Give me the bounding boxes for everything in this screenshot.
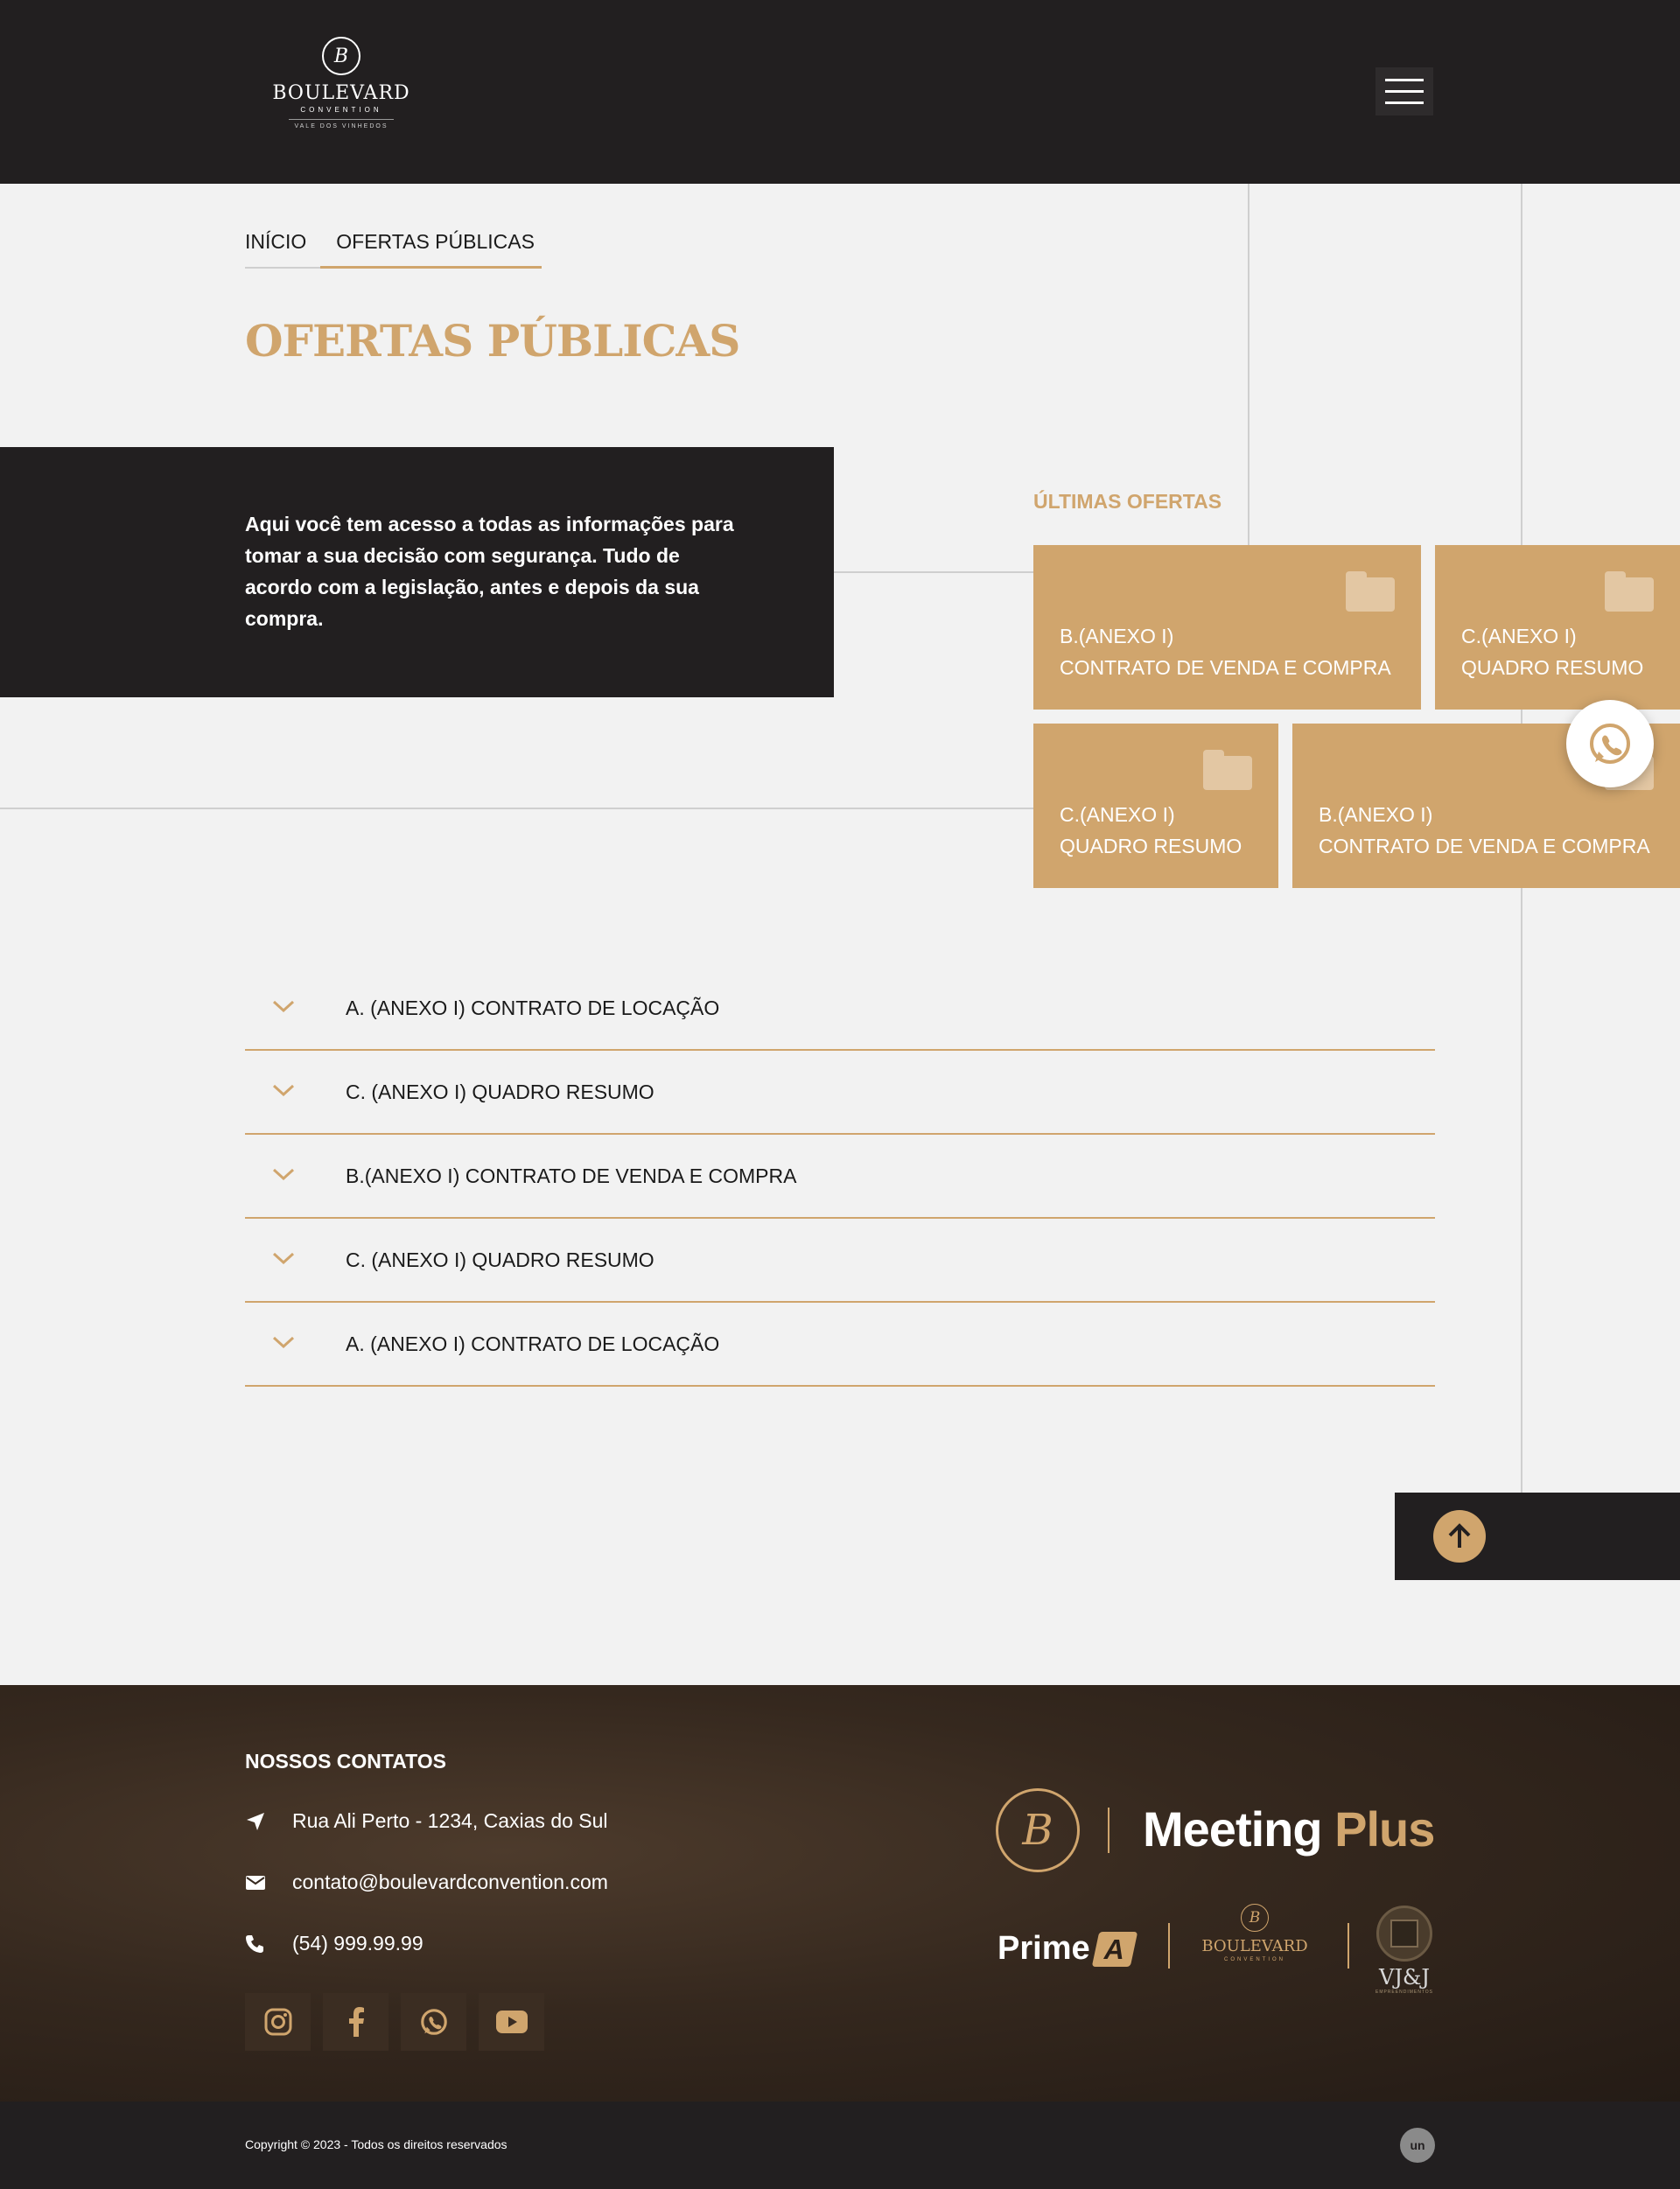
logo-divider bbox=[289, 119, 394, 120]
logo-tagline: VALE DOS VINHEDOS bbox=[294, 123, 388, 129]
contact-address: Rua Ali Perto - 1234, Caxias do Sul bbox=[245, 1809, 608, 1833]
contact-email[interactable]: contato@boulevardconvention.com bbox=[245, 1871, 608, 1894]
logo-badge: B bbox=[322, 37, 360, 75]
offer-card-code: C.(ANEXO I) bbox=[1461, 625, 1577, 647]
phone-icon bbox=[246, 1934, 263, 1953]
accordion-label: B.(ANEXO I) CONTRATO DE VENDA E COMPRA bbox=[346, 1164, 797, 1187]
brand-divider bbox=[1168, 1923, 1170, 1969]
chevron-down-icon bbox=[272, 1252, 295, 1264]
instagram-icon bbox=[264, 2008, 291, 2036]
vjj-word: VJ&J bbox=[1379, 1965, 1430, 1990]
site-header: B BOULEVARD CONVENTION VALE DOS VINHEDOS bbox=[0, 0, 1680, 184]
prime-logo: Prime A bbox=[998, 1930, 1138, 1968]
folder-icon bbox=[1203, 750, 1252, 790]
contact-address-text: Rua Ali Perto - 1234, Caxias do Sul bbox=[292, 1809, 608, 1832]
partner-brands: B Meeting Plus Prime A B BOULEVARD CONVE… bbox=[996, 1788, 1435, 1998]
envelope-icon bbox=[246, 1875, 265, 1890]
vjj-seal-icon bbox=[1376, 1906, 1432, 1962]
breadcrumb-current: OFERTAS PÚBLICAS bbox=[320, 230, 542, 269]
folder-icon bbox=[1346, 571, 1395, 612]
youtube-link[interactable] bbox=[479, 1993, 544, 2051]
accordion-item[interactable]: A. (ANEXO I) CONTRATO DE LOCAÇÃO bbox=[245, 967, 1435, 1051]
chevron-down-icon bbox=[272, 1084, 295, 1096]
vjj-sub: EMPREENDIMENTOS bbox=[1375, 1990, 1434, 1995]
developer-logo-icon[interactable]: un bbox=[1400, 2128, 1435, 2163]
whatsapp-icon bbox=[1590, 724, 1630, 764]
meeting-word: Meeting bbox=[1143, 1801, 1323, 1857]
logo-subtitle: CONVENTION bbox=[300, 106, 382, 114]
accordion-label: A. (ANEXO I) CONTRATO DE LOCAÇÃO bbox=[346, 996, 720, 1019]
contact-phone-text: (54) 999.99.99 bbox=[292, 1932, 424, 1955]
brand-divider bbox=[1108, 1808, 1110, 1853]
intro-box: Aqui você tem acesso a todas as informaç… bbox=[0, 447, 834, 697]
prime-mark: A bbox=[1091, 1931, 1138, 1967]
decor-horizontal-line bbox=[0, 808, 1033, 809]
offer-card-code: B.(ANEXO I) bbox=[1060, 625, 1174, 647]
latest-offers-title: ÚLTIMAS OFERTAS bbox=[1033, 490, 1222, 513]
meeting-plus-logo: Meeting Plus bbox=[1143, 1801, 1435, 1857]
prime-word: Prime bbox=[998, 1930, 1090, 1967]
offer-card-title: CONTRATO DE VENDA E COMPRA bbox=[1060, 656, 1391, 679]
accordion-item[interactable]: C. (ANEXO I) QUADRO RESUMO bbox=[245, 1219, 1435, 1303]
boulevard-small-sub: CONVENTION bbox=[1223, 1957, 1285, 1962]
folder-icon bbox=[1605, 571, 1654, 612]
copyright-text: Copyright © 2023 - Todos os direitos res… bbox=[245, 2137, 508, 2151]
boulevard-logo[interactable]: B BOULEVARD CONVENTION VALE DOS VINHEDOS bbox=[271, 37, 411, 137]
accordion-item[interactable]: A. (ANEXO I) CONTRATO DE LOCAÇÃO bbox=[245, 1303, 1435, 1387]
brand-divider bbox=[1348, 1923, 1349, 1969]
back-to-top-panel bbox=[1395, 1493, 1680, 1580]
offer-card-code: B.(ANEXO I) bbox=[1319, 803, 1433, 826]
facebook-icon bbox=[348, 2007, 364, 2037]
accordion-item[interactable]: C. (ANEXO I) QUADRO RESUMO bbox=[245, 1051, 1435, 1135]
accordion-label: C. (ANEXO I) QUADRO RESUMO bbox=[346, 1248, 654, 1271]
arrow-up-icon bbox=[1448, 1523, 1471, 1548]
whatsapp-float-button[interactable] bbox=[1566, 700, 1654, 787]
chevron-down-icon bbox=[272, 1336, 295, 1348]
offer-card[interactable]: C.(ANEXO I) QUADRO RESUMO bbox=[1435, 545, 1680, 710]
whatsapp-icon bbox=[420, 2009, 447, 2035]
social-links bbox=[245, 1993, 544, 2051]
accordion-label: C. (ANEXO I) QUADRO RESUMO bbox=[346, 1080, 654, 1103]
contact-phone[interactable]: (54) 999.99.99 bbox=[245, 1932, 424, 1955]
decor-horizontal-line bbox=[834, 571, 1033, 573]
menu-bar bbox=[1385, 79, 1424, 81]
footer-contacts-title: NOSSOS CONTATOS bbox=[245, 1750, 447, 1773]
accordion-label: A. (ANEXO I) CONTRATO DE LOCAÇÃO bbox=[346, 1332, 720, 1355]
site-footer: NOSSOS CONTATOS Rua Ali Perto - 1234, Ca… bbox=[0, 1685, 1680, 2102]
offer-card-title: CONTRATO DE VENDA E COMPRA bbox=[1319, 835, 1650, 857]
location-arrow-icon bbox=[247, 1812, 264, 1830]
accordion-item[interactable]: B.(ANEXO I) CONTRATO DE VENDA E COMPRA bbox=[245, 1135, 1435, 1219]
decor-vertical-line bbox=[1248, 184, 1250, 547]
offer-card-title: QUADRO RESUMO bbox=[1461, 656, 1644, 679]
offer-card[interactable]: C.(ANEXO I) QUADRO RESUMO bbox=[1033, 724, 1278, 888]
offers-accordion: A. (ANEXO I) CONTRATO DE LOCAÇÃO C. (ANE… bbox=[245, 967, 1435, 1387]
boulevard-small-word: BOULEVARD bbox=[1201, 1937, 1308, 1955]
plus-word: Plus bbox=[1334, 1801, 1435, 1857]
hamburger-menu-icon[interactable] bbox=[1376, 67, 1433, 115]
youtube-icon bbox=[495, 2011, 528, 2033]
breadcrumb: INÍCIO OFERTAS PÚBLICAS bbox=[245, 230, 542, 269]
offer-card-code: C.(ANEXO I) bbox=[1060, 803, 1175, 826]
logo-wordmark: BOULEVARD bbox=[272, 82, 410, 104]
instagram-link[interactable] bbox=[245, 1993, 311, 2051]
meeting-plus-badge: B bbox=[996, 1788, 1080, 1872]
intro-text: Aqui você tem acesso a todas as informaç… bbox=[245, 513, 734, 630]
menu-bar bbox=[1385, 90, 1424, 93]
boulevard-small-mark: B bbox=[1241, 1904, 1269, 1932]
chevron-down-icon bbox=[272, 1000, 295, 1012]
vjj-logo: VJ&J EMPREENDIMENTOS bbox=[1374, 1906, 1435, 1995]
offer-card[interactable]: B.(ANEXO I) CONTRATO DE VENDA E COMPRA bbox=[1033, 545, 1421, 710]
chevron-down-icon bbox=[272, 1168, 295, 1180]
contact-email-text: contato@boulevardconvention.com bbox=[292, 1871, 608, 1893]
back-to-top-button[interactable] bbox=[1433, 1510, 1486, 1563]
menu-bar bbox=[1385, 101, 1424, 104]
boulevard-small-logo: B BOULEVARD CONVENTION bbox=[1194, 1904, 1316, 1962]
copyright-bar: Copyright © 2023 - Todos os direitos res… bbox=[0, 2102, 1680, 2189]
breadcrumb-home[interactable]: INÍCIO bbox=[245, 230, 321, 269]
page-title: OFERTAS PÚBLICAS bbox=[245, 315, 740, 367]
whatsapp-link[interactable] bbox=[401, 1993, 466, 2051]
facebook-link[interactable] bbox=[323, 1993, 388, 2051]
offer-card-title: QUADRO RESUMO bbox=[1060, 835, 1242, 857]
